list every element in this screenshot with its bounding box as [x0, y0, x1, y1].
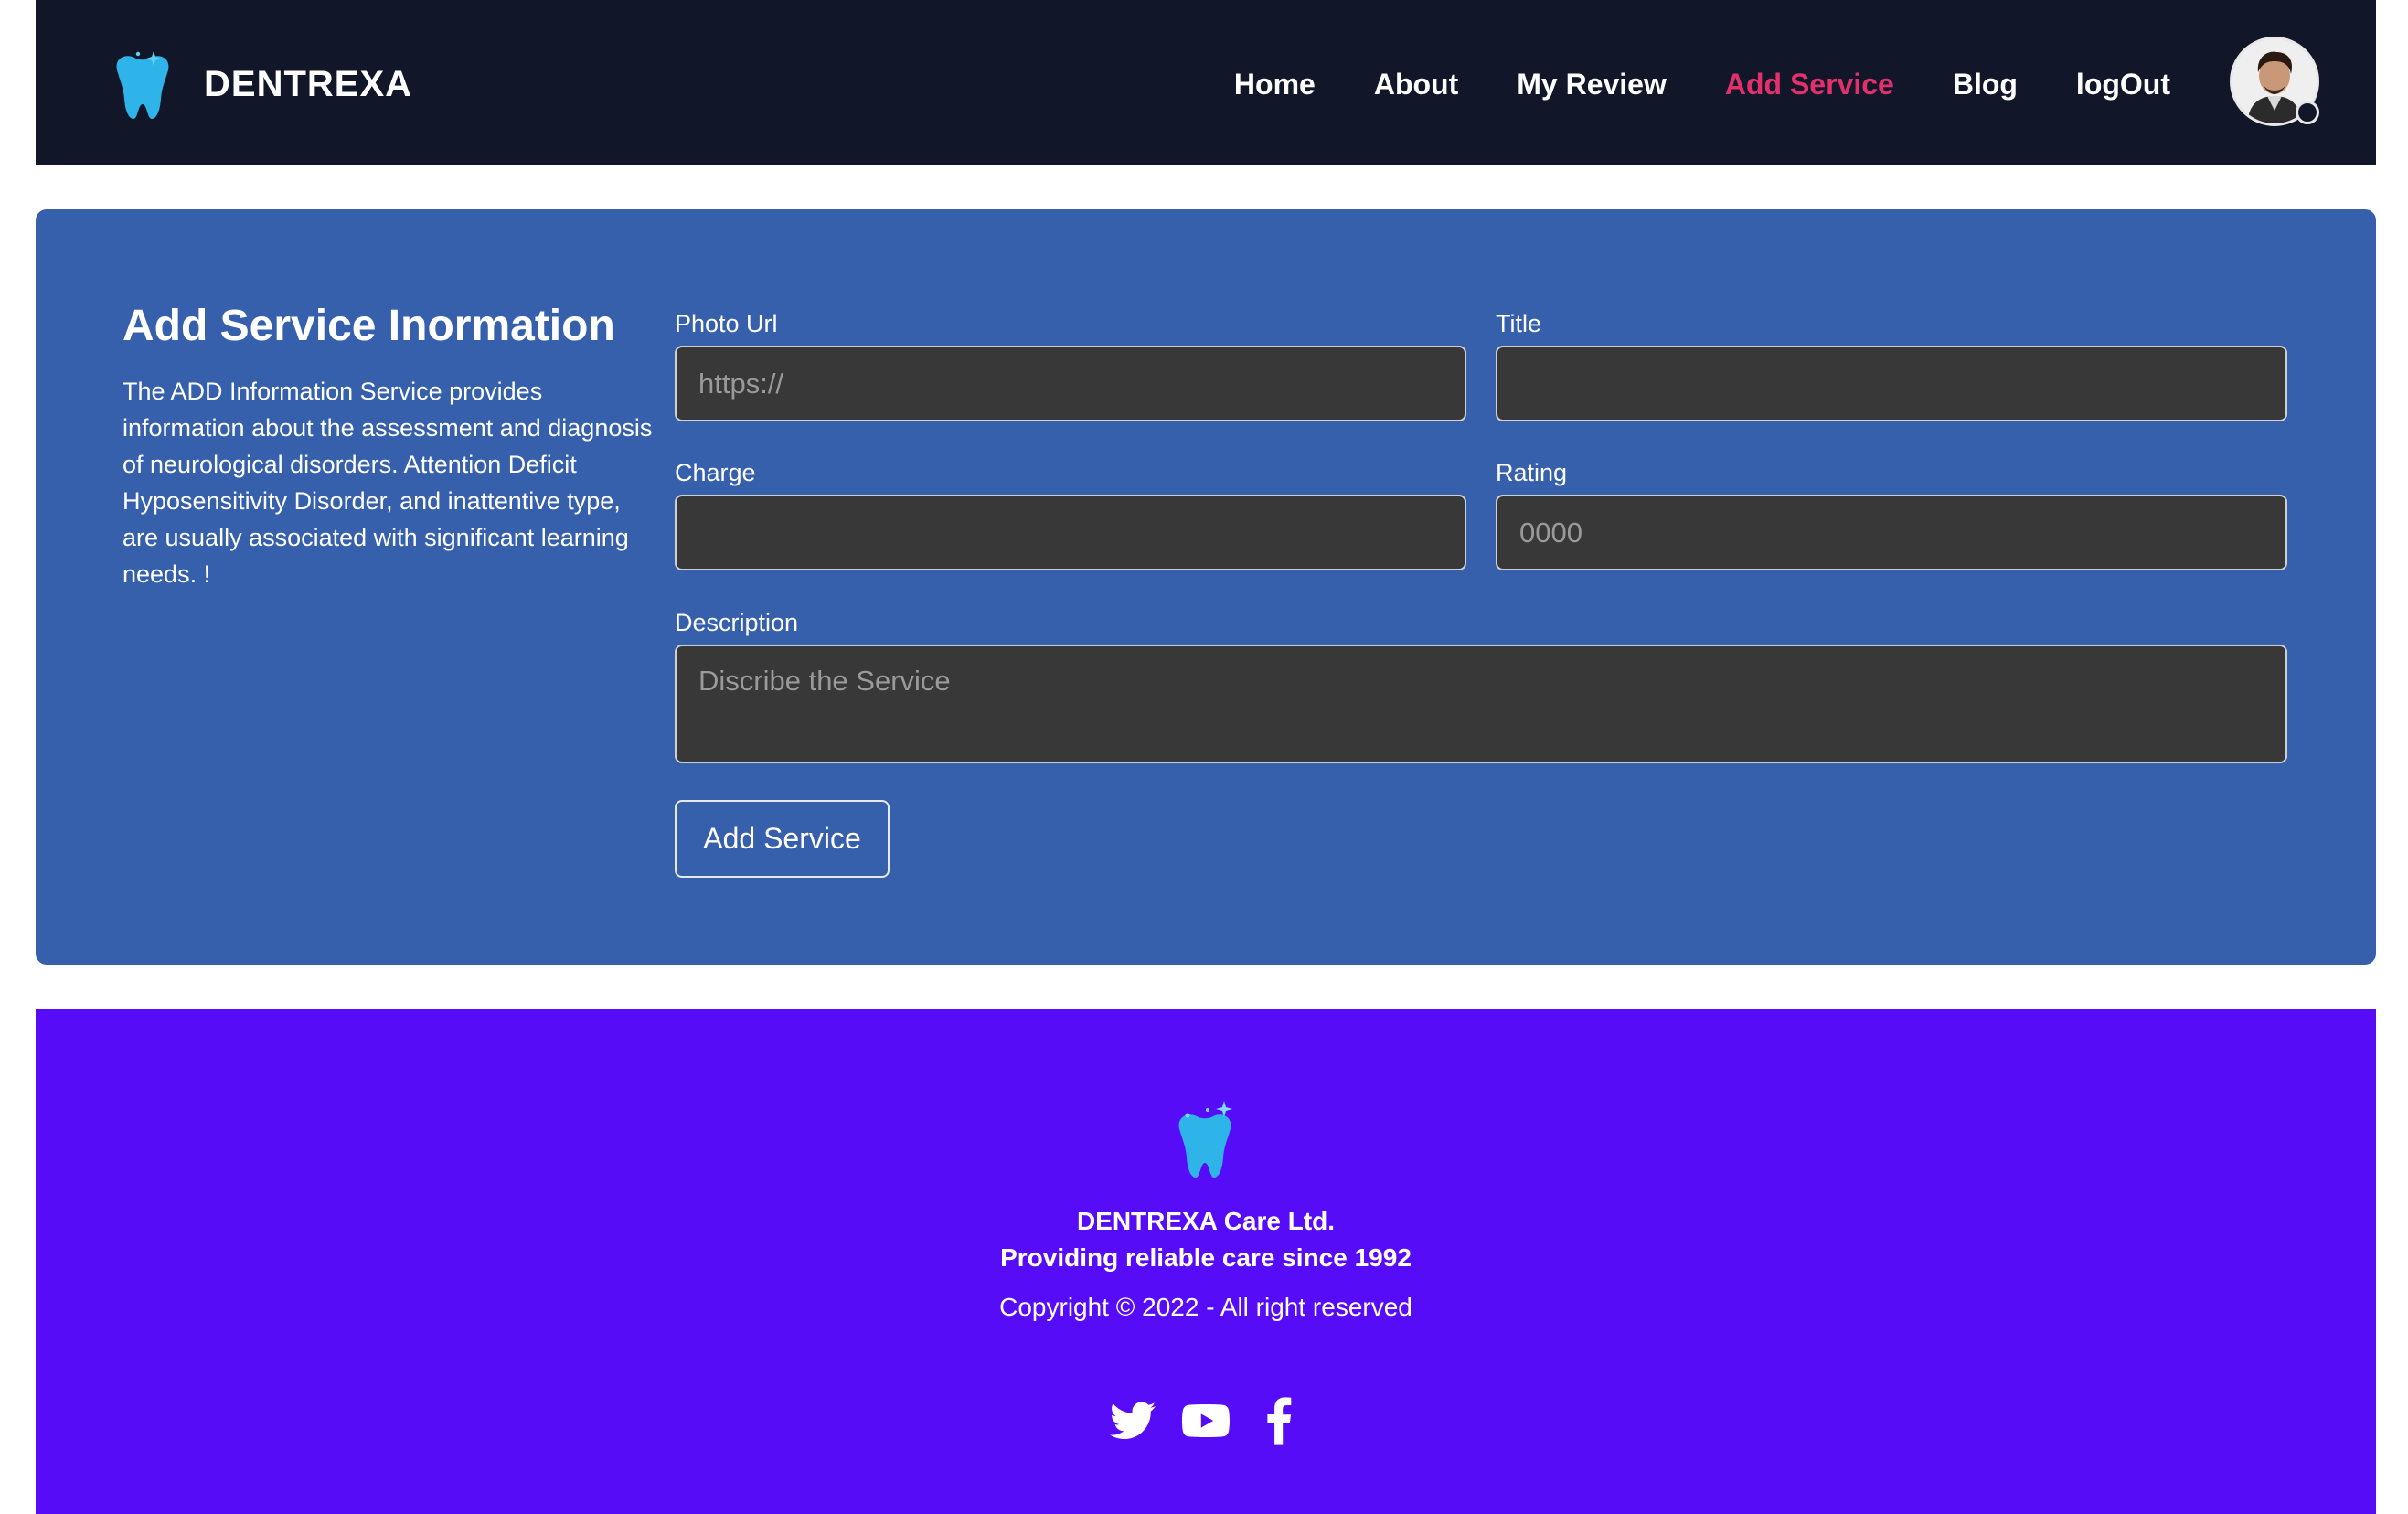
brand[interactable]: DENTREXA	[111, 46, 412, 123]
description-label: Description	[675, 609, 799, 636]
avatar-status-indicator	[2296, 101, 2319, 124]
footer-tooth-icon	[1178, 1101, 1232, 1178]
navbar: DENTREXA Home About My Review Add Servic…	[36, 0, 2376, 165]
page-title: Add Service Inormation	[123, 302, 615, 350]
rating-field: Rating	[1496, 456, 2287, 570]
charge-input[interactable]	[675, 495, 1466, 570]
facebook-icon[interactable]	[1252, 1393, 1306, 1448]
description-textarea[interactable]	[675, 645, 2287, 763]
nav-logout[interactable]: logOut	[2076, 68, 2170, 101]
description-field: Description	[675, 606, 2287, 763]
nav-about[interactable]: About	[1374, 68, 1458, 101]
add-service-button[interactable]: Add Service	[675, 800, 890, 878]
service-info: Add Service Inormation The ADD Informati…	[123, 301, 653, 592]
charge-field: Charge	[675, 456, 1466, 570]
main-nav: Home About My Review Add Service Blog lo…	[1176, 57, 2170, 112]
social-links	[1105, 1393, 1306, 1448]
rating-label: Rating	[1496, 459, 1568, 486]
nav-my-review[interactable]: My Review	[1517, 68, 1667, 101]
photo-url-input[interactable]	[675, 346, 1466, 421]
photo-url-label: Photo Url	[675, 310, 778, 337]
nav-add-service[interactable]: Add Service	[1725, 68, 1894, 101]
tooth-icon	[116, 51, 169, 119]
charge-label: Charge	[675, 459, 756, 486]
add-service-card: Add Service Inormation The ADD Informati…	[36, 209, 2376, 965]
footer-tagline: Providing reliable care since 1992	[1000, 1243, 1412, 1272]
photo-url-field: Photo Url	[675, 307, 1466, 421]
title-input[interactable]	[1496, 346, 2287, 421]
youtube-icon[interactable]	[1178, 1393, 1233, 1448]
footer-company: DENTREXA Care Ltd.	[1076, 1207, 1336, 1235]
page-description: The ADD Information Service provides inf…	[123, 378, 653, 588]
footer-copyright: Copyright © 2022 - All right reserved	[999, 1293, 1412, 1321]
nav-blog[interactable]: Blog	[1953, 68, 2018, 101]
twitter-icon[interactable]	[1105, 1393, 1160, 1448]
rating-input[interactable]	[1496, 495, 2287, 570]
nav-home[interactable]: Home	[1234, 68, 1316, 101]
brand-name: DENTREXA	[204, 64, 413, 104]
title-field: Title	[1496, 307, 2287, 421]
footer: DENTREXA Care Ltd. Providing reliable ca…	[36, 1009, 2376, 1514]
title-label: Title	[1496, 310, 1542, 337]
